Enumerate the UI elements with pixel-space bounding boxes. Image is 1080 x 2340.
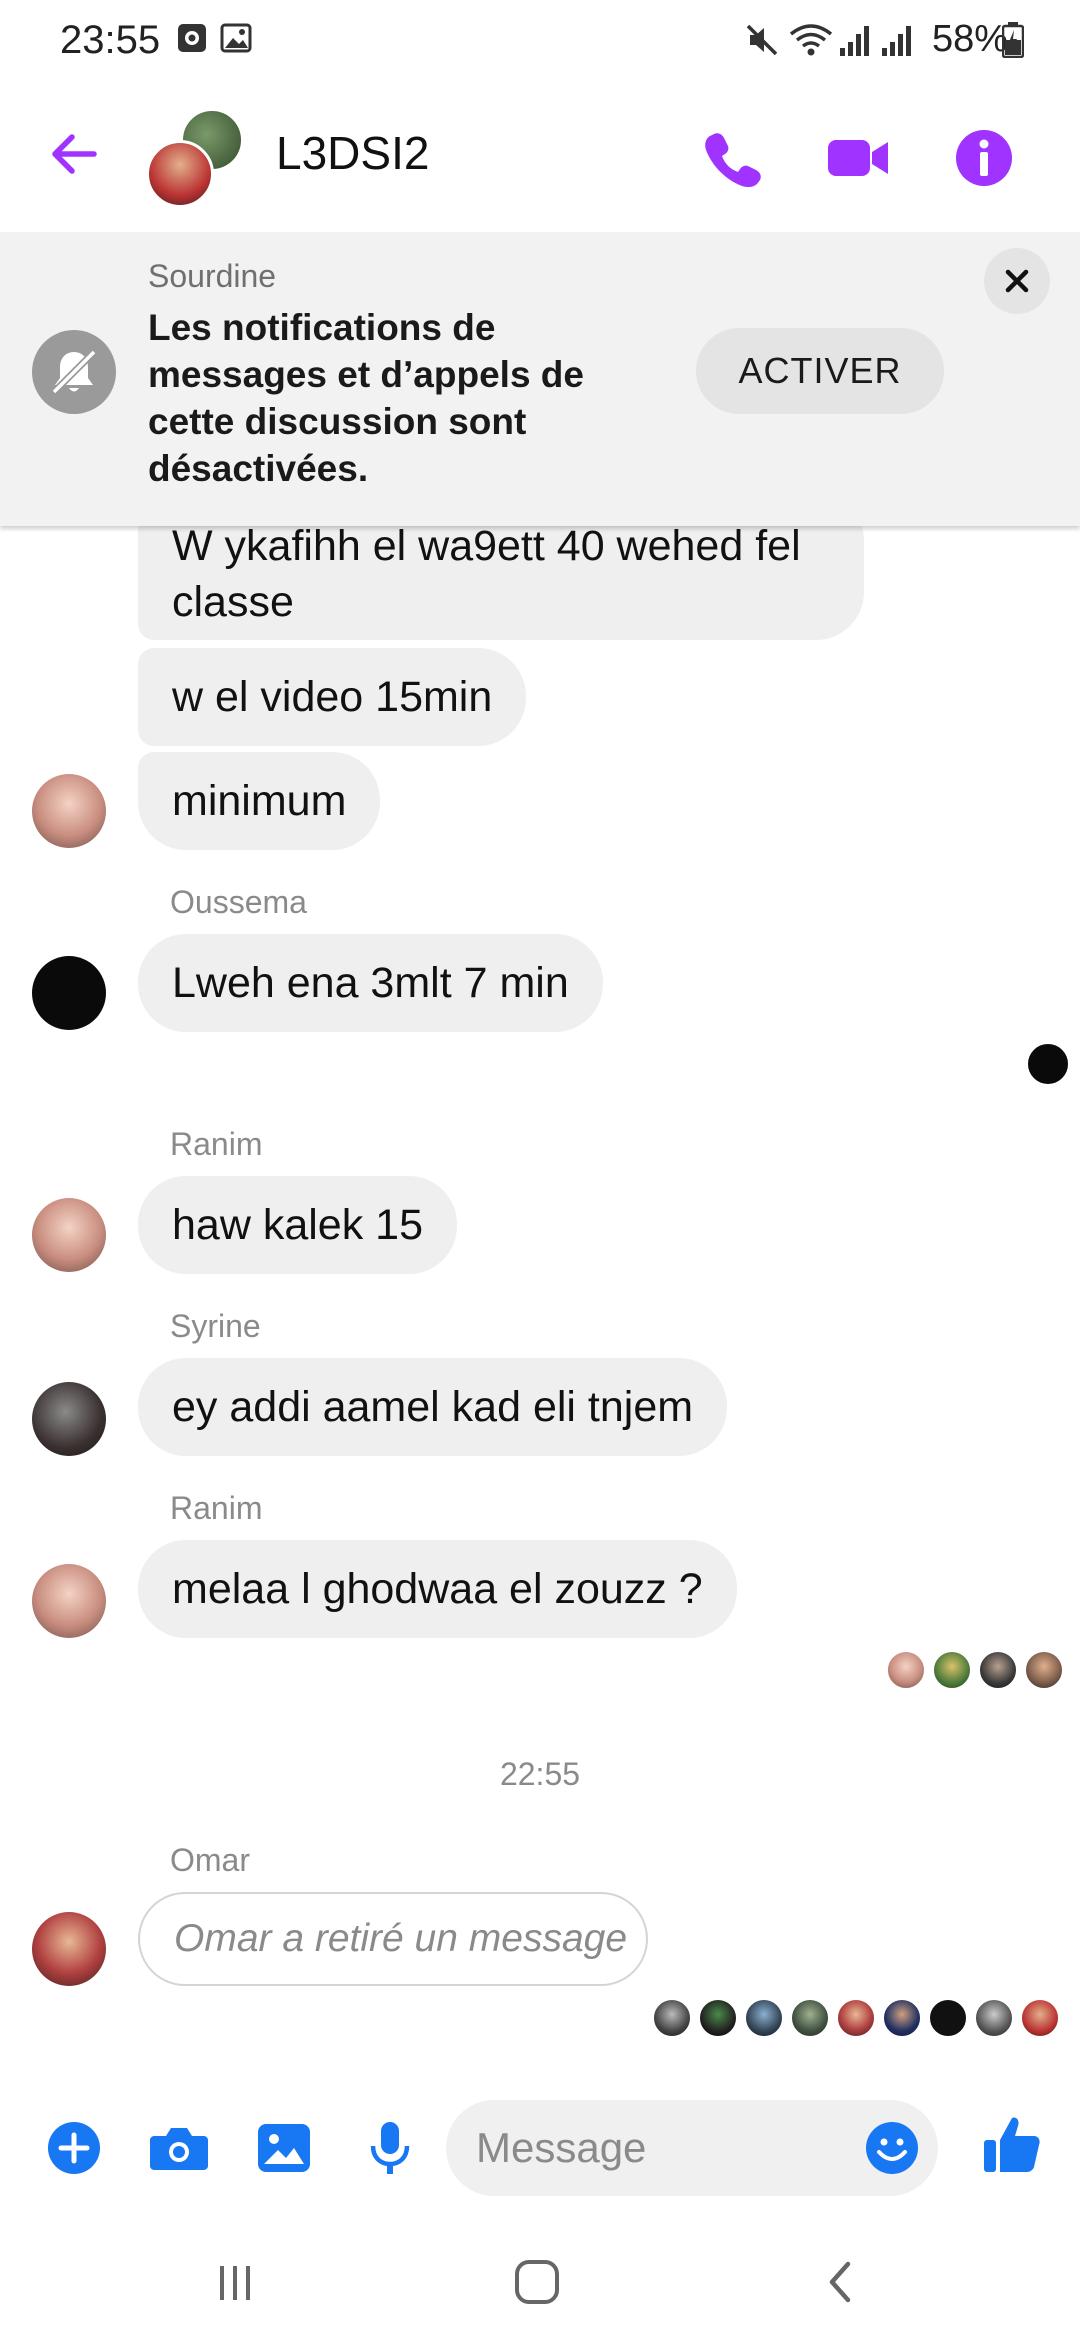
avatar-ranim[interactable] xyxy=(32,1564,106,1638)
chat-header: L3DSI2 xyxy=(0,84,1080,232)
like-button[interactable] xyxy=(982,2112,1042,2172)
read-receipt-avatar xyxy=(886,1650,926,1690)
like-icon xyxy=(984,2117,1040,2172)
mic-icon xyxy=(370,2122,410,2174)
message-bubble[interactable]: w el video 15min xyxy=(138,648,527,746)
chevron-left-icon xyxy=(829,2261,851,2303)
message-bubble[interactable]: melaa l ghodwaa el zouzz ? xyxy=(138,1540,737,1638)
message-bubble[interactable]: Lweh ena 3mlt 7 min xyxy=(138,934,603,1032)
read-receipt-avatar xyxy=(836,1998,876,2038)
status-time: 23:55 xyxy=(60,18,161,62)
emoji-icon xyxy=(866,2122,918,2174)
chat-title[interactable]: L3DSI2 xyxy=(276,126,429,180)
read-receipt-avatar xyxy=(882,1998,922,2038)
sender-name: Ranim xyxy=(170,1126,263,1162)
read-receipt-avatar xyxy=(932,1650,972,1690)
avatar-ranim[interactable] xyxy=(32,774,106,848)
status-bar: 23:55 58% xyxy=(0,0,1080,84)
typing-avatar xyxy=(1026,1042,1070,1086)
message-bubble[interactable]: minimum xyxy=(138,752,381,850)
battery-level: 58% xyxy=(931,18,1008,60)
avatar-omar[interactable] xyxy=(32,1912,106,1986)
home-icon xyxy=(515,2260,559,2304)
banner-text: Les notifications de messages et d’appel… xyxy=(148,307,584,489)
emoji-button[interactable] xyxy=(864,2120,920,2176)
avatar-syrine[interactable] xyxy=(32,1382,106,1456)
image-notification-icon xyxy=(220,22,252,59)
group-avatar-member-2 xyxy=(146,140,214,208)
back-arrow-icon xyxy=(52,134,97,174)
video-call-button[interactable] xyxy=(826,126,890,190)
read-receipt-avatar xyxy=(790,1998,830,2038)
signal-1-icon xyxy=(838,22,870,63)
muted-bell-icon xyxy=(32,330,116,414)
screen-record-icon xyxy=(176,22,208,59)
camera-button[interactable] xyxy=(148,2118,208,2178)
banner-title: Sourdine xyxy=(148,258,277,294)
plus-icon xyxy=(48,2122,100,2174)
system-nav-bar xyxy=(0,2230,1080,2340)
message-input[interactable] xyxy=(476,2100,836,2196)
avatar-oussema[interactable] xyxy=(32,956,106,1030)
avatar-ranim[interactable] xyxy=(32,1198,106,1272)
sender-name: Ranim xyxy=(170,1490,263,1526)
read-receipt-avatar xyxy=(698,1998,738,2038)
read-receipt-avatar xyxy=(928,1998,968,2038)
message-composer xyxy=(0,2090,1080,2206)
gallery-icon xyxy=(258,2124,310,2172)
removed-message: Omar a retiré un message xyxy=(138,1892,648,1986)
activate-button[interactable]: ACTIVER xyxy=(696,328,944,414)
info-icon xyxy=(956,130,1012,186)
camera-icon xyxy=(150,2128,208,2170)
sender-name: Omar xyxy=(170,1842,250,1878)
recent-apps-icon xyxy=(220,2266,250,2300)
read-receipt-avatar xyxy=(744,1998,784,2038)
close-icon xyxy=(1005,269,1029,293)
home-button[interactable] xyxy=(502,2252,572,2312)
sender-name: Oussema xyxy=(170,884,307,920)
back-nav-button[interactable] xyxy=(806,2252,876,2312)
group-avatar[interactable] xyxy=(146,108,246,208)
recent-apps-button[interactable] xyxy=(200,2252,270,2312)
mute-banner: Sourdine Les notifications de messages e… xyxy=(0,232,1080,526)
read-receipt-avatar xyxy=(652,1998,692,2038)
plus-button[interactable] xyxy=(44,2118,104,2178)
video-icon xyxy=(828,140,888,176)
time-separator: 22:55 xyxy=(499,1756,581,1792)
message-bubble[interactable]: haw kalek 15 xyxy=(138,1176,457,1274)
read-receipt-avatar xyxy=(974,1998,1014,2038)
mute-icon xyxy=(744,22,780,63)
back-button[interactable] xyxy=(44,124,104,184)
message-input-container xyxy=(446,2100,938,2196)
phone-call-button[interactable] xyxy=(700,126,764,190)
read-receipt-avatar xyxy=(1024,1650,1064,1690)
phone-icon xyxy=(705,133,761,188)
gallery-button[interactable] xyxy=(254,2118,314,2178)
battery-icon xyxy=(1001,22,1025,63)
close-banner-button[interactable] xyxy=(984,248,1050,314)
sender-name: Syrine xyxy=(170,1308,261,1344)
wifi-icon xyxy=(788,22,834,63)
read-receipt-avatar xyxy=(1020,1998,1060,2038)
message-bubble[interactable]: ey addi aamel kad eli tnjem xyxy=(138,1358,728,1456)
signal-2-icon xyxy=(880,22,912,63)
read-receipt-avatar xyxy=(978,1650,1018,1690)
voice-button[interactable] xyxy=(360,2118,420,2178)
info-button[interactable] xyxy=(952,126,1016,190)
screen: 23:55 58% L3DSI2 W ykafihh el wa9ett 40 … xyxy=(0,0,1080,2340)
